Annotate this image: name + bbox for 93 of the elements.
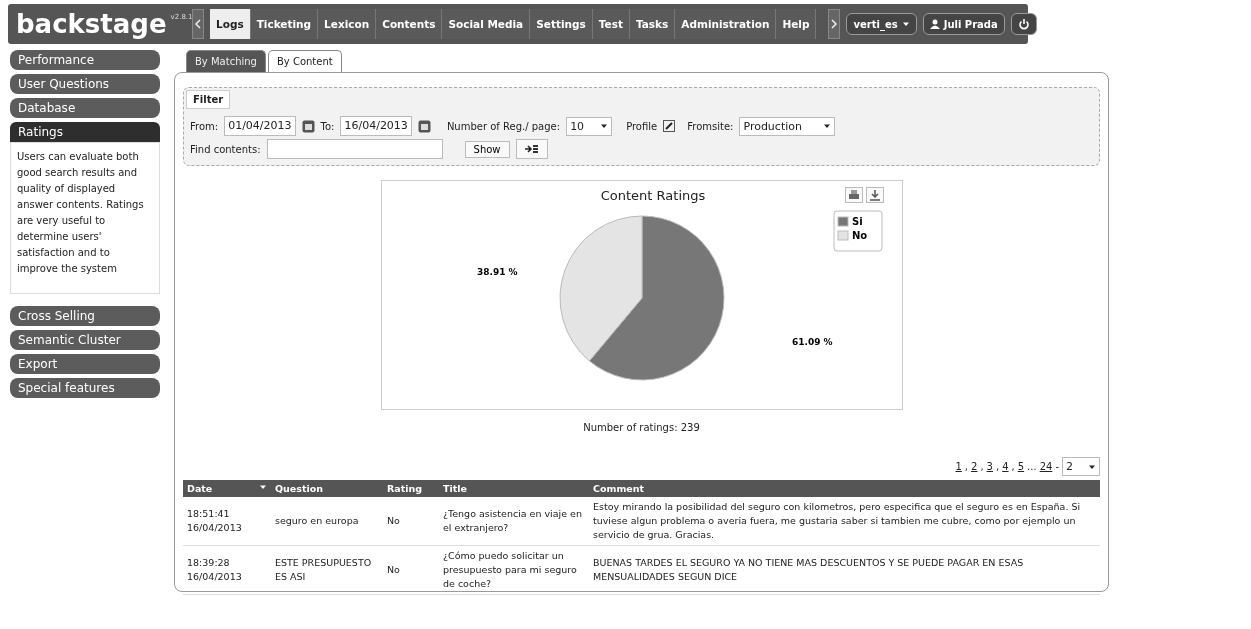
comma: , bbox=[1011, 461, 1015, 472]
show-button[interactable]: Show bbox=[464, 140, 510, 158]
page-link[interactable]: 1 bbox=[955, 461, 962, 472]
user-icon bbox=[929, 19, 940, 29]
chevron-right-icon bbox=[829, 19, 840, 29]
sidebar-item[interactable]: User Questions bbox=[10, 74, 160, 94]
fromsite-select[interactable]: Production bbox=[739, 116, 836, 136]
separator: - bbox=[1055, 461, 1059, 472]
table-cell: 18:51:41 16/04/2013 bbox=[183, 497, 271, 546]
value-label: 61.09 % bbox=[791, 337, 833, 347]
comma: , bbox=[980, 461, 984, 472]
page-select[interactable]: 2 bbox=[1062, 457, 1100, 476]
field-label: Profile bbox=[626, 120, 658, 132]
table-cell: ESTE PRESUPUESTO ES ASI bbox=[271, 546, 383, 595]
page-link[interactable]: 2 bbox=[971, 461, 978, 472]
calendar-icon[interactable] bbox=[301, 119, 315, 133]
sidebar-item[interactable]: Ratings bbox=[10, 122, 160, 142]
sidebar-item[interactable]: Export bbox=[10, 354, 160, 374]
column-header[interactable]: Date bbox=[183, 480, 271, 497]
table-cell: BUENAS TARDES EL SEGURO YA NO TIENE MAS DESCUENTOS Y SE PUEDE PAGAR EN ESAS MENSUALIDADES SEGUN DICE bbox=[589, 546, 1100, 595]
search-field[interactable] bbox=[266, 139, 443, 159]
download-button[interactable] bbox=[865, 187, 884, 203]
page-link[interactable]: 4 bbox=[1002, 461, 1009, 472]
printer-icon bbox=[847, 189, 860, 201]
caret-icon bbox=[901, 20, 910, 28]
sub-tab[interactable]: By Content bbox=[267, 50, 342, 72]
nav-tab[interactable]: Logs bbox=[210, 9, 251, 39]
field-label: Fromsite: bbox=[687, 120, 734, 132]
field-label: From: bbox=[190, 120, 219, 132]
nav-tab[interactable]: Lexicon bbox=[318, 9, 377, 39]
ratings-count: Number of ratings: 239 bbox=[582, 422, 701, 433]
date-field[interactable]: 01/04/2013 bbox=[224, 116, 296, 136]
chevron-left-icon bbox=[193, 19, 203, 29]
nav-tab[interactable]: Settings bbox=[530, 9, 593, 39]
scroll-right-button[interactable] bbox=[828, 9, 841, 39]
column-header[interactable]: Comment bbox=[589, 480, 1100, 497]
legend-label: Si bbox=[851, 216, 863, 227]
sidebar-item[interactable]: Cross Selling bbox=[10, 306, 160, 326]
sidebar-item[interactable]: Database bbox=[10, 98, 160, 118]
page-link[interactable]: 3 bbox=[986, 461, 993, 472]
filter-title: Filter bbox=[186, 90, 231, 109]
legend-label: No bbox=[851, 230, 867, 241]
print-button[interactable] bbox=[844, 187, 863, 203]
table-cell: No bbox=[383, 546, 439, 595]
power-icon bbox=[1017, 18, 1030, 30]
field-label: Find contents: bbox=[190, 143, 261, 155]
column-header[interactable]: Title bbox=[439, 480, 589, 497]
sub-tab[interactable]: By Matching bbox=[186, 50, 266, 72]
table-cell: seguro en europa bbox=[271, 497, 383, 546]
nav-tab[interactable]: Test bbox=[592, 9, 630, 39]
arrow-list-icon bbox=[524, 142, 539, 156]
legend-item: No bbox=[837, 230, 867, 241]
comma: , bbox=[964, 461, 969, 472]
power-button[interactable] bbox=[1010, 13, 1037, 35]
export-button[interactable] bbox=[515, 139, 548, 159]
section-description: Users can evaluate both good search results and quality of displayed answer contents. Ratings are very useful to determine users' satisfaction and to improve the system bbox=[10, 142, 160, 294]
app-logo: backstage bbox=[16, 9, 167, 39]
nav-tab[interactable]: Tasks bbox=[629, 9, 676, 39]
caret-icon bbox=[823, 122, 832, 130]
table-cell: ¿Tengo asistencia en viaje en el extranjero? bbox=[439, 497, 589, 546]
legend-item: Si bbox=[837, 216, 863, 227]
nav-tab[interactable]: Contents bbox=[376, 9, 443, 39]
scroll-left-button[interactable] bbox=[192, 9, 204, 39]
nav-tab[interactable]: Ticketing bbox=[250, 9, 319, 39]
comma: , bbox=[996, 461, 1000, 472]
table-cell: 18:39:28 16/04/2013 bbox=[183, 546, 271, 595]
field-label: Number of Reg./ page: bbox=[446, 120, 561, 132]
user-button[interactable]: Juli Prada bbox=[922, 13, 1005, 35]
column-header[interactable]: Question bbox=[271, 480, 383, 497]
download-icon bbox=[868, 189, 881, 201]
chart-title: Content Ratings bbox=[599, 187, 707, 203]
sidebar-item[interactable]: Performance bbox=[10, 50, 160, 70]
per-page-select[interactable]: 10 bbox=[566, 116, 613, 136]
page-link[interactable]: 24 bbox=[1039, 461, 1053, 472]
ellipsis: ... bbox=[1027, 461, 1037, 472]
table-cell: ¿Cómo puedo solicitar un presupuesto para mi seguro de coche? bbox=[439, 546, 589, 595]
nav-tab[interactable]: Social Media bbox=[442, 9, 531, 39]
table-cell: No bbox=[383, 497, 439, 546]
column-header[interactable]: Rating bbox=[383, 480, 439, 497]
date-field[interactable]: 16/04/2013 bbox=[340, 116, 412, 136]
sidebar-item[interactable]: Semantic Cluster bbox=[10, 330, 160, 350]
sidebar-item[interactable]: Special features bbox=[10, 378, 160, 398]
sort-icon bbox=[259, 483, 267, 491]
table-cell: Estoy mirando la posibilidad del seguro con kilometros, pero especifica que el seguro es en España. Si tuviese algun problema o averia fuera, me gustaria saber si tambien me cubre, como por ejemplo un servicio de grua. Gracias. bbox=[589, 497, 1100, 546]
caret-icon bbox=[600, 122, 609, 130]
page-link[interactable]: 5 bbox=[1017, 461, 1025, 472]
field-label: To: bbox=[320, 120, 335, 132]
instance-selector[interactable]: verti_es bbox=[846, 13, 917, 35]
value-label: 38.91 % bbox=[476, 267, 518, 277]
calendar-icon[interactable] bbox=[417, 119, 431, 133]
nav-tab[interactable]: Administration bbox=[675, 9, 777, 39]
nav-tab[interactable]: Help bbox=[776, 9, 817, 39]
pencil-icon[interactable] bbox=[663, 120, 676, 132]
